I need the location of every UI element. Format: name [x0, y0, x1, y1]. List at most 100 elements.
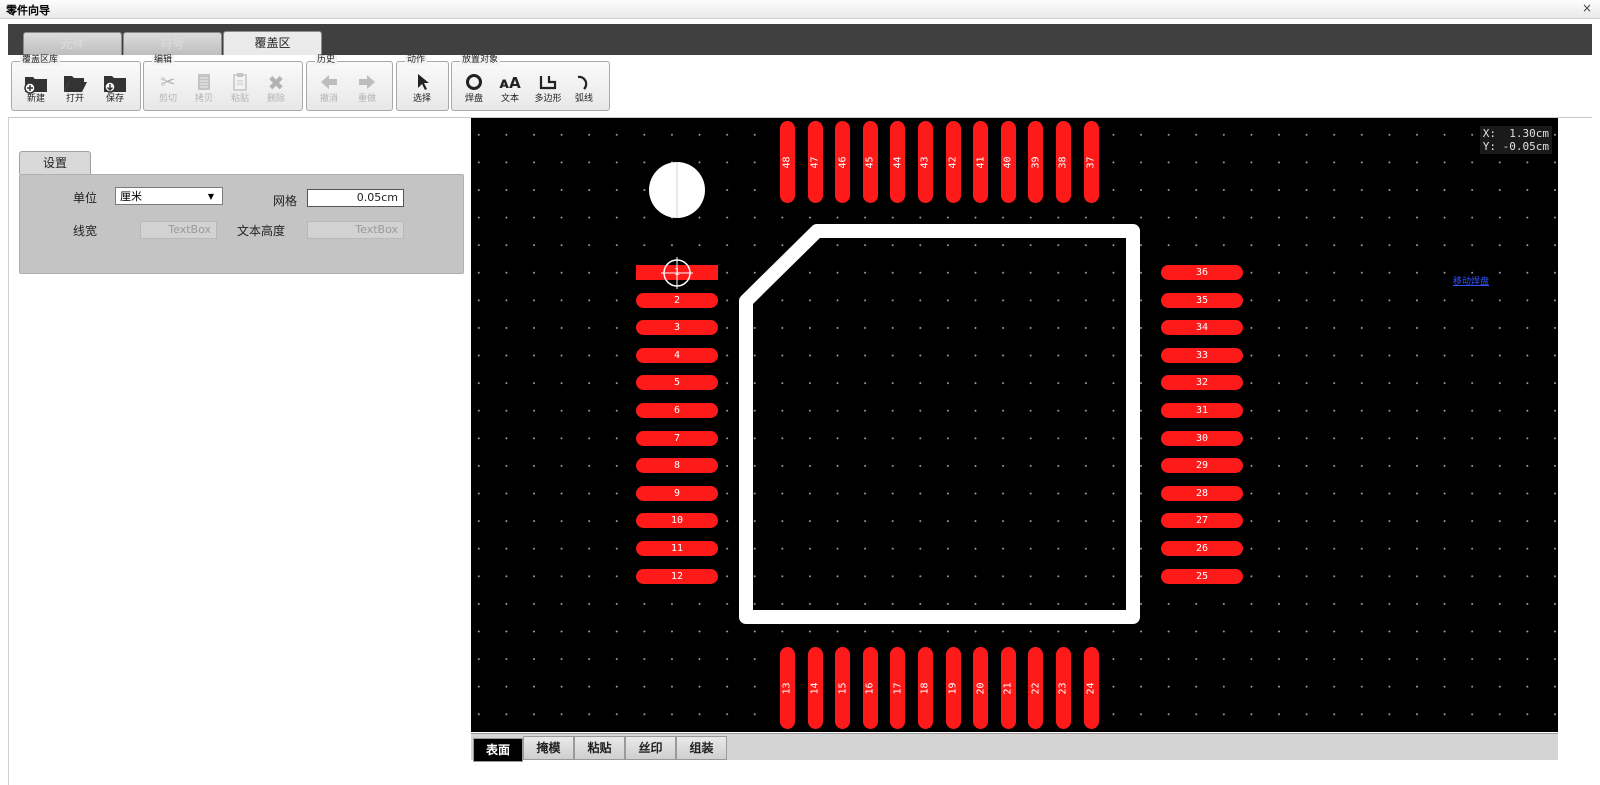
- toolbar-group-library: 覆盖区库 新建 打开 保存: [11, 55, 141, 111]
- pad-bottom-22[interactable]: 22: [1028, 647, 1044, 729]
- pad-right-25[interactable]: 25: [1161, 568, 1243, 584]
- layer-tab-silkscreen[interactable]: 丝印: [625, 736, 676, 760]
- pad-top-38[interactable]: 38: [1056, 121, 1071, 203]
- pad-bottom-21[interactable]: 21: [1000, 647, 1016, 729]
- pad-left-12[interactable]: 12: [636, 568, 718, 584]
- pad-label: 5: [673, 377, 681, 389]
- pad-bottom-17[interactable]: 17: [890, 647, 906, 729]
- layer-tab-mask[interactable]: 掩模: [523, 736, 574, 760]
- pad-right-34[interactable]: 34: [1161, 320, 1243, 336]
- pad-bottom-19[interactable]: 19: [945, 647, 961, 729]
- pad-right-26[interactable]: 26: [1161, 541, 1243, 556]
- unit-select[interactable]: 厘米 ▼: [115, 187, 223, 205]
- linewidth-input[interactable]: TextBox: [140, 221, 217, 239]
- pad-bottom-18[interactable]: 18: [918, 647, 933, 729]
- pad-right-30[interactable]: 30: [1161, 430, 1243, 446]
- undo-button[interactable]: 撤消: [311, 72, 347, 108]
- pad-label: 16: [864, 681, 876, 695]
- pad-top-40[interactable]: 40: [1000, 121, 1016, 203]
- pad-right-32[interactable]: 32: [1161, 375, 1243, 391]
- redo-button[interactable]: 重做: [349, 72, 385, 108]
- pad-label: 21: [1002, 681, 1014, 695]
- copy-button[interactable]: 拷贝: [186, 72, 222, 108]
- new-label: 新建: [26, 94, 45, 104]
- tab-component[interactable]: 元件: [23, 32, 122, 56]
- pad-left-9[interactable]: 9: [636, 485, 718, 501]
- pad-top-42[interactable]: 42: [945, 121, 961, 203]
- new-button[interactable]: 新建: [18, 72, 54, 108]
- footprint-canvas[interactable]: 1234567891011123635343332313029282726254…: [471, 118, 1558, 732]
- place-arc-button[interactable]: 弧线: [566, 72, 602, 108]
- pad-top-41[interactable]: 41: [973, 121, 989, 203]
- pad-right-35[interactable]: 35: [1161, 292, 1243, 308]
- copy-icon: [186, 72, 222, 94]
- pad-right-27[interactable]: 27: [1161, 513, 1243, 529]
- pad-top-43[interactable]: 43: [918, 121, 933, 203]
- pad-right-28[interactable]: 28: [1161, 485, 1243, 501]
- open-button[interactable]: 打开: [57, 72, 93, 108]
- pad-label: 43: [919, 155, 931, 169]
- pad-left-11[interactable]: 11: [636, 541, 718, 556]
- pad-left-3[interactable]: 3: [636, 320, 718, 336]
- layer-tab-surface[interactable]: 表面: [473, 738, 523, 762]
- layer-tab-paste[interactable]: 粘贴: [574, 736, 625, 760]
- place-pad-button[interactable]: 焊盘: [456, 72, 492, 108]
- pad-top-37[interactable]: 37: [1083, 121, 1099, 203]
- pad-bottom-14[interactable]: 14: [807, 647, 823, 729]
- pad-top-46[interactable]: 46: [835, 121, 851, 203]
- delete-button[interactable]: ✖ 删除: [258, 72, 294, 108]
- layer-tab-assembly[interactable]: 组装: [676, 736, 727, 760]
- move-pad-hint[interactable]: 移动焊盘: [1453, 274, 1489, 287]
- pad-right-31[interactable]: 31: [1161, 403, 1243, 418]
- toolbar-group-place: 放置对象 焊盘 ᴀA 文本 多边形 弧线: [451, 55, 610, 111]
- pad-left-4[interactable]: 4: [636, 347, 718, 363]
- place-text-button[interactable]: ᴀA 文本: [492, 72, 528, 108]
- pad-label: 11: [670, 543, 684, 554]
- pad-bottom-23[interactable]: 23: [1056, 647, 1071, 729]
- coord-y: Y: -0.05cm: [1482, 140, 1549, 153]
- cut-button[interactable]: ✂ 剪切: [150, 72, 186, 108]
- group-title-action: 动作: [405, 55, 428, 65]
- pad-top-45[interactable]: 45: [862, 121, 878, 203]
- pad-bottom-13[interactable]: 13: [780, 647, 795, 729]
- pad-left-5[interactable]: 5: [636, 375, 718, 391]
- tab-settings[interactable]: 设置: [19, 151, 91, 174]
- select-button[interactable]: 选择: [404, 72, 440, 108]
- pad-label: 4: [673, 349, 681, 361]
- tab-footprint[interactable]: 覆盖区: [223, 31, 322, 56]
- pad-top-48[interactable]: 48: [780, 121, 795, 203]
- pad-left-7[interactable]: 7: [636, 430, 718, 446]
- group-title-edit: 编辑: [152, 55, 175, 65]
- tab-symbol[interactable]: 符号: [123, 32, 222, 56]
- arrow-right-icon: [349, 72, 385, 94]
- pad-left-2[interactable]: 2: [636, 292, 718, 308]
- pad-left-8[interactable]: 8: [636, 458, 718, 474]
- copy-label: 拷贝: [194, 94, 213, 104]
- pad-bottom-20[interactable]: 20: [973, 647, 989, 729]
- pad-right-33[interactable]: 33: [1161, 347, 1243, 363]
- pad-right-36[interactable]: 36: [1161, 265, 1243, 280]
- pad-bottom-24[interactable]: 24: [1083, 647, 1099, 729]
- close-icon[interactable]: ×: [1582, 1, 1592, 15]
- coord-x: X: 1.30cm: [1482, 127, 1549, 140]
- pad-bottom-16[interactable]: 16: [862, 647, 878, 729]
- textheight-label: 文本高度: [237, 224, 286, 238]
- pad-top-39[interactable]: 39: [1028, 121, 1044, 203]
- grid-input[interactable]: 0.05cm: [307, 189, 404, 207]
- paste-button[interactable]: 粘贴: [222, 72, 258, 108]
- pad-left-10[interactable]: 10: [636, 513, 718, 529]
- place-polygon-button[interactable]: 多边形: [530, 72, 566, 108]
- pad-left-6[interactable]: 6: [636, 403, 718, 418]
- group-title-place: 放置对象: [460, 55, 501, 65]
- component-outline: [649, 162, 1140, 624]
- pad-top-44[interactable]: 44: [890, 121, 906, 203]
- save-button[interactable]: 保存: [97, 72, 133, 108]
- pad-bottom-15[interactable]: 15: [835, 647, 851, 729]
- pad-top-47[interactable]: 47: [807, 121, 823, 203]
- pad-label: 25: [1195, 570, 1209, 582]
- pad-right-29[interactable]: 29: [1161, 458, 1243, 474]
- textheight-input[interactable]: TextBox: [307, 221, 404, 239]
- select-label: 选择: [412, 94, 431, 104]
- delete-x-icon: ✖: [267, 71, 285, 95]
- group-title-library: 覆盖区库: [20, 55, 61, 65]
